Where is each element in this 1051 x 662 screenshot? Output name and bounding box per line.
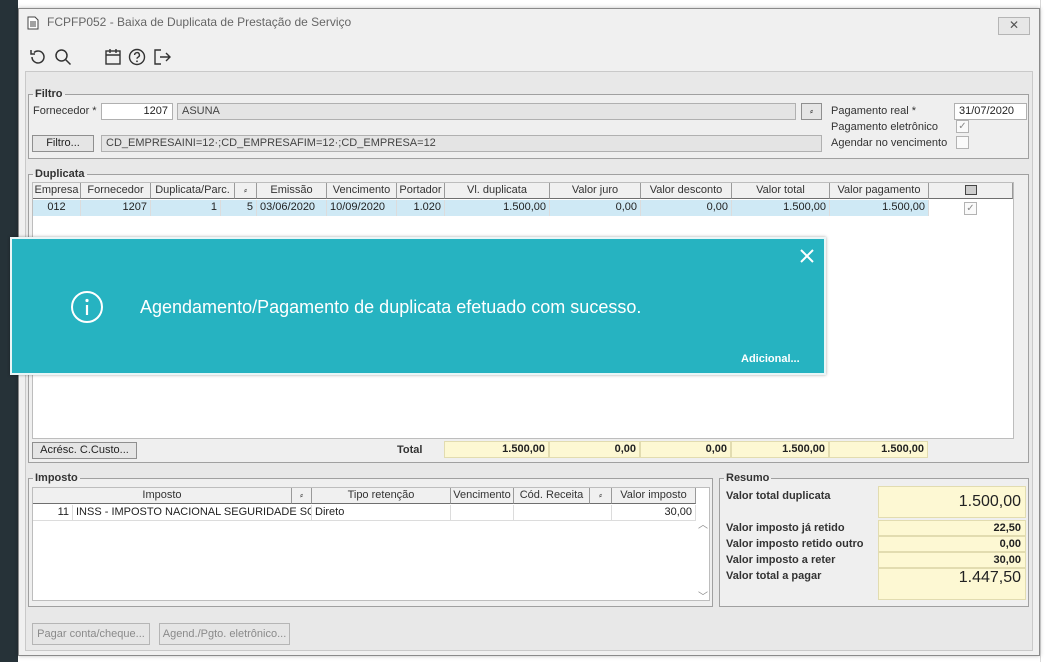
cell-tipo-retencao: Direto [312, 505, 451, 521]
resumo-legend: Resumo [726, 472, 770, 484]
col-header-cod-receita[interactable]: Cód. Receita [514, 488, 590, 504]
cell-fornecedor: 1207 [81, 200, 151, 216]
background-right-strip [1040, 0, 1051, 662]
agendar-vencimento-checkbox[interactable] [956, 136, 969, 149]
imposto-scroll-up-icon[interactable]: ︿ [698, 516, 708, 531]
col-header-fornecedor[interactable]: Fornecedor [81, 183, 151, 199]
col-header-tipo-retencao[interactable]: Tipo retenção [312, 488, 451, 504]
fornecedor-code-input[interactable]: 1207 [101, 103, 173, 120]
pagamento-eletronico-checkbox[interactable]: ✓ [956, 120, 969, 133]
col-header-cod-receita-filter[interactable]: ⸗ [590, 488, 612, 504]
success-toast: Agendamento/Pagamento de duplicata efetu… [10, 237, 826, 375]
imposto-a-reter-value: 30,00 [878, 552, 1026, 568]
cell-vl-duplicata: 1.500,00 [445, 200, 550, 216]
cell-valor-desconto: 0,00 [641, 200, 732, 216]
cell-valor-imposto: 30,00 [612, 505, 696, 521]
pagar-conta-cheque-button[interactable]: Pagar conta/cheque... [32, 623, 150, 645]
valor-total-pagar-value: 1.447,50 [878, 568, 1026, 600]
cell-imposto-vencimento [451, 505, 514, 521]
filtro-legend: Filtro [35, 88, 63, 100]
pagamento-real-label: Pagamento real * [831, 105, 916, 117]
imposto-ja-retido-value: 22,50 [878, 520, 1026, 536]
cell-valor-total: 1.500,00 [732, 200, 830, 216]
help-icon[interactable] [127, 47, 147, 67]
cell-imposto-nome: INSS - IMPOSTO NACIONAL SEGURIDADE SOCIA… [73, 505, 312, 521]
imposto-scroll-down-icon[interactable]: ﹀ [698, 588, 708, 600]
total-valor-juro: 0,00 [549, 441, 640, 458]
col-header-empresa[interactable]: Empresa [33, 183, 81, 199]
col-header-valor-total[interactable]: Valor total [732, 183, 830, 199]
fornecedor-lookup-button[interactable]: ⸗ [801, 103, 822, 120]
col-header-imposto[interactable]: Imposto [33, 488, 292, 504]
total-valor-desconto: 0,00 [640, 441, 731, 458]
refresh-icon[interactable] [27, 47, 47, 67]
col-header-portador[interactable]: Portador [397, 183, 445, 199]
select-all-checkbox-icon[interactable] [964, 185, 977, 195]
imposto-ja-retido-label: Valor imposto já retido [726, 522, 845, 534]
cell-vencimento: 10/09/2020 [327, 200, 397, 216]
valor-total-pagar-label: Valor total a pagar [726, 570, 822, 582]
cell-valor-juro: 0,00 [550, 200, 641, 216]
col-header-vl-duplicata[interactable]: Vl. duplicata [445, 183, 550, 199]
total-vl-duplicata: 1.500,00 [444, 441, 549, 458]
close-icon[interactable] [798, 247, 816, 265]
col-header-imposto-filter[interactable]: ⸗ [292, 488, 312, 504]
agendar-vencimento-label: Agendar no vencimento [831, 137, 948, 149]
title-bar: FCPFP052 - Baixa de Duplicata de Prestaç… [19, 9, 1039, 35]
col-header-filter[interactable]: ⸗ [235, 183, 257, 199]
col-header-emissao[interactable]: Emissão [257, 183, 327, 199]
col-header-vencimento-imposto[interactable]: Vencimento [451, 488, 514, 504]
cell-valor-pagamento: 1.500,00 [830, 200, 929, 216]
pagamento-eletronico-label: Pagamento eletrônico [831, 121, 939, 133]
col-header-valor-desconto[interactable]: Valor desconto [641, 183, 732, 199]
valor-total-duplicata-value: 1.500,00 [878, 486, 1026, 518]
cell-portador: 1.020 [397, 200, 445, 216]
total-label: Total [397, 444, 423, 456]
cell-duplicata: 1 [151, 200, 221, 216]
window-close-button[interactable]: ✕ [998, 17, 1030, 35]
row-select-checkbox[interactable]: ✓ [964, 202, 977, 215]
cell-empresa: 012 [33, 200, 81, 216]
cell-imposto-codigo: 11 [33, 505, 73, 521]
cell-cod-receita [514, 505, 612, 521]
col-header-valor-juro[interactable]: Valor juro [550, 183, 641, 199]
imposto-retido-outro-label: Valor imposto retido outro [726, 538, 864, 550]
exit-icon[interactable] [152, 47, 172, 67]
imposto-retido-outro-value: 0,00 [878, 536, 1026, 552]
fornecedor-label: Fornecedor * [33, 105, 97, 117]
info-icon [70, 290, 104, 327]
total-valor-total: 1.500,00 [731, 441, 829, 458]
fornecedor-name-field: ASUNA [177, 103, 796, 120]
col-header-select-all[interactable] [929, 183, 1013, 199]
col-header-valor-imposto[interactable]: Valor imposto [612, 488, 696, 504]
col-header-valor-pagamento[interactable]: Valor pagamento [830, 183, 929, 199]
window-title: FCPFP052 - Baixa de Duplicata de Prestaç… [47, 15, 352, 29]
document-icon [27, 16, 39, 33]
valor-total-duplicata-label: Valor total duplicata [726, 490, 831, 502]
toolbar [19, 43, 1039, 71]
toast-message: Agendamento/Pagamento de duplicata efetu… [140, 297, 642, 317]
imposto-legend: Imposto [35, 472, 78, 484]
col-header-vencimento[interactable]: Vencimento [327, 183, 397, 199]
agend-pgto-eletronico-button[interactable]: Agend./Pgto. eletrônico... [159, 623, 290, 645]
filtro-button[interactable]: Filtro... [32, 135, 94, 152]
cell-parcela: 5 [221, 200, 257, 216]
imposto-grid: Imposto ⸗ Tipo retenção Vencimento Cód. … [32, 487, 710, 601]
toast-more-link[interactable]: Adicional... [741, 353, 800, 365]
filtro-value-field: CD_EMPRESAINI=12·;CD_EMPRESAFIM=12·;CD_E… [101, 135, 822, 152]
search-icon[interactable] [53, 47, 73, 67]
imposto-a-reter-label: Valor imposto a reter [726, 554, 836, 566]
acresc-ccusto-button[interactable]: Acrésc. C.Custo... [32, 442, 137, 459]
total-valor-pagamento: 1.500,00 [829, 441, 928, 458]
table-row[interactable]: 012 1207 1 5 03/06/2020 10/09/2020 1.020… [33, 200, 1013, 216]
col-header-duplicata-parc[interactable]: Duplicata/Parc. [151, 183, 235, 199]
duplicata-legend: Duplicata [35, 168, 85, 180]
table-row[interactable]: 11 INSS - IMPOSTO NACIONAL SEGURIDADE SO… [33, 505, 696, 521]
calendar-icon[interactable] [103, 47, 123, 67]
pagamento-real-input[interactable]: 31/07/2020 [954, 103, 1027, 120]
cell-emissao: 03/06/2020 [257, 200, 327, 216]
